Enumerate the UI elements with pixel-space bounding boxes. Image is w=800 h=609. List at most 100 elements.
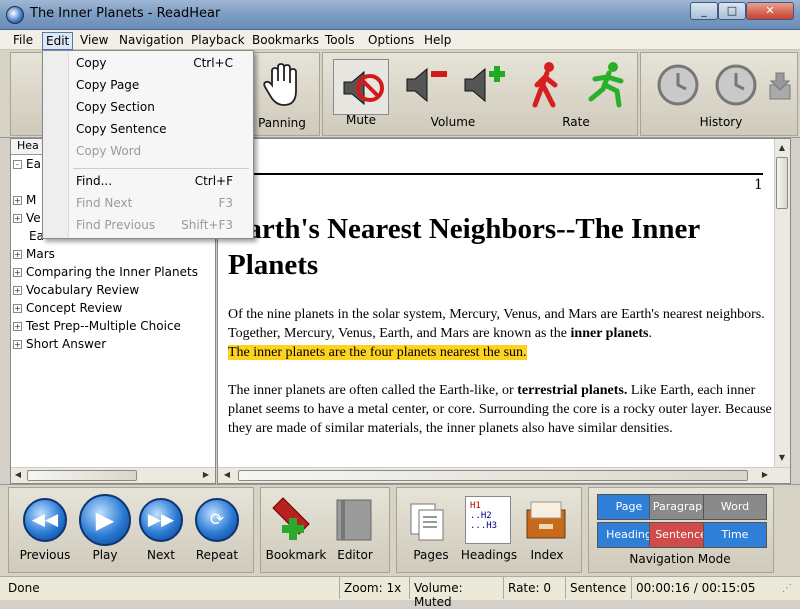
running-person-icon (588, 62, 624, 108)
menu-view[interactable]: View (77, 32, 111, 48)
expand-icon[interactable]: + (13, 322, 22, 331)
document-vertical-scrollbar[interactable]: ▲ ▼ (774, 139, 790, 467)
tree-item[interactable]: + Short Answer (13, 337, 106, 355)
speaker-mute-icon (343, 70, 384, 106)
nav-mode-time[interactable]: Time (703, 522, 767, 548)
minimize-button[interactable]: _ (690, 2, 718, 20)
editor-button[interactable] (333, 496, 375, 544)
scroll-right-arrow[interactable]: ▶ (199, 468, 213, 482)
bookmark-button[interactable] (269, 496, 323, 544)
bookmark-label: Bookmark (265, 548, 327, 562)
resize-grip-icon[interactable]: ⋰ (782, 583, 796, 597)
menu-bar: File Edit View Navigation Playback Bookm… (0, 30, 800, 50)
tree-item[interactable]: Ea (13, 229, 44, 247)
play-icon: ▶ (79, 494, 131, 546)
tree-item[interactable]: + Vocabulary Review (13, 283, 139, 301)
menu-item-label: Copy Word (76, 144, 142, 158)
expand-icon[interactable]: + (13, 214, 22, 223)
menu-item-copy[interactable]: Copy Ctrl+C (45, 52, 251, 74)
doc-horizontal-thumb[interactable] (238, 470, 748, 481)
bookmark-add-icon (272, 497, 310, 540)
tree-item[interactable]: + Comparing the Inner Planets (13, 265, 198, 283)
tree-item[interactable] (13, 175, 37, 193)
rate-label: Rate (562, 115, 590, 129)
status-rate: Rate: 0 (503, 577, 565, 599)
headings-button[interactable]: H1 ..H2 ...H3 (465, 496, 511, 544)
menu-item-copy-sentence[interactable]: Copy Sentence (45, 118, 251, 140)
tree-item[interactable]: + M (13, 193, 36, 211)
menu-item-copy-page[interactable]: Copy Page (45, 74, 251, 96)
repeat-icon: ⟳ (195, 498, 239, 542)
history-download-icon[interactable] (767, 71, 793, 101)
tree-item[interactable]: - Ea (13, 157, 41, 175)
tree-item[interactable]: + Concept Review (13, 301, 122, 319)
menu-item-label: Find Next (76, 196, 133, 210)
collapse-icon[interactable]: - (13, 160, 22, 169)
tree-item-label: Test Prep--Multiple Choice (26, 319, 181, 333)
tree-item-label: Concept Review (26, 301, 123, 315)
menu-item-shortcut: F3 (218, 196, 233, 210)
clock-forward-icon (715, 64, 757, 106)
status-volume: Volume: Muted (409, 577, 503, 609)
expand-icon[interactable]: + (13, 196, 22, 205)
title-bar: The Inner Planets - ReadHear _ □ ✕ (0, 0, 800, 30)
document-heading: Earth's Nearest Neighbors--The Inner Pla… (228, 213, 700, 281)
expand-icon[interactable]: + (13, 268, 22, 277)
menu-file[interactable]: File (10, 32, 36, 48)
window-title: The Inner Planets - ReadHear (30, 6, 221, 21)
speaker-minus-icon (406, 67, 447, 103)
doc-scroll-left-arrow[interactable]: ◀ (220, 468, 234, 482)
status-text: Done (8, 581, 40, 595)
previous-button[interactable]: ◀◀ (23, 498, 67, 542)
document-horizontal-scrollbar[interactable]: ◀ ▶ (218, 467, 790, 483)
previous-label: Previous (19, 548, 71, 562)
tree-horizontal-scrollbar[interactable]: ◀ ▶ (11, 467, 215, 483)
scroll-thumb[interactable] (27, 470, 137, 481)
index-button[interactable] (523, 496, 569, 544)
menu-bookmarks[interactable]: Bookmarks (249, 32, 322, 48)
menu-item-find[interactable]: Find... Ctrl+F (45, 170, 251, 192)
tree-item-label: Short Answer (26, 337, 107, 351)
mute-button[interactable]: Mute (331, 59, 391, 133)
menu-edit[interactable]: Edit (42, 32, 74, 50)
nav-mode-word[interactable]: Word (703, 494, 767, 520)
tree-item[interactable]: + Mars (13, 247, 55, 265)
scroll-up-arrow[interactable]: ▲ (775, 141, 789, 155)
doc-scroll-right-arrow[interactable]: ▶ (758, 468, 772, 482)
highlighted-sentence[interactable]: The inner planets are the four planets n… (228, 345, 527, 360)
index-label: Index (530, 548, 564, 562)
maximize-button[interactable]: □ (718, 2, 746, 20)
scroll-left-arrow[interactable]: ◀ (11, 468, 25, 482)
menu-tools[interactable]: Tools (322, 32, 358, 48)
paragraph-2: The inner planets are often called the E… (228, 381, 778, 438)
status-zoom: Zoom: 1x (339, 577, 409, 599)
tree-item[interactable]: + Test Prep--Multiple Choice (13, 319, 181, 337)
expand-icon[interactable]: + (13, 286, 22, 295)
next-button[interactable]: ▶▶ (139, 498, 183, 542)
pages-button[interactable] (407, 496, 453, 544)
close-button[interactable]: ✕ (746, 2, 794, 20)
pages-icon (410, 503, 444, 541)
vertical-scroll-thumb[interactable] (776, 157, 788, 209)
menu-item-shortcut: Shift+F3 (181, 218, 233, 232)
expand-icon[interactable]: + (13, 340, 22, 349)
scroll-down-arrow[interactable]: ▼ (775, 451, 789, 465)
menu-item-copy-section[interactable]: Copy Section (45, 96, 251, 118)
menu-help[interactable]: Help (421, 32, 454, 48)
panning-button[interactable]: Panning (251, 59, 313, 133)
app-icon[interactable] (6, 6, 24, 24)
menu-item-label: Find Previous (76, 218, 156, 232)
hand-icon (263, 63, 297, 106)
book-icon (336, 499, 372, 541)
editor-label: Editor (337, 548, 373, 562)
tree-item[interactable]: + Ve (13, 211, 41, 229)
menu-playback[interactable]: Playback (188, 32, 248, 48)
menu-item-shortcut: Ctrl+F (194, 174, 233, 188)
menu-navigation[interactable]: Navigation (116, 32, 187, 48)
repeat-button[interactable]: ⟳ (195, 498, 239, 542)
menu-item-find-next: Find Next F3 (45, 192, 251, 214)
play-button[interactable]: ▶ (79, 494, 131, 546)
expand-icon[interactable]: + (13, 304, 22, 313)
menu-options[interactable]: Options (365, 32, 417, 48)
expand-icon[interactable]: + (13, 250, 22, 259)
